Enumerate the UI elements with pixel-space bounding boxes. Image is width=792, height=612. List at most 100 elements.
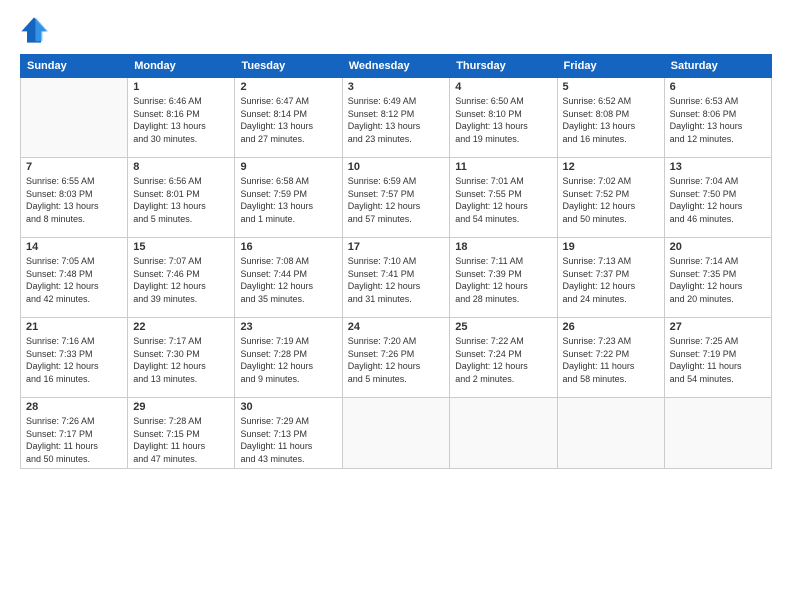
- day-info: Sunrise: 7:11 AM Sunset: 7:39 PM Dayligh…: [455, 255, 551, 305]
- calendar-cell: [557, 398, 664, 469]
- calendar-cell: 16 Sunrise: 7:08 AM Sunset: 7:44 PM Dayli…: [235, 238, 342, 318]
- calendar-cell: 29 Sunrise: 7:28 AM Sunset: 7:15 PM Dayli…: [128, 398, 235, 469]
- calendar-cell: 7 Sunrise: 6:55 AM Sunset: 8:03 PM Daylig…: [21, 158, 128, 238]
- calendar-cell: 4 Sunrise: 6:50 AM Sunset: 8:10 PM Daylig…: [450, 78, 557, 158]
- calendar-cell: 23Sunrise: 7:19 AM Sunset: 7:28 PM Dayli…: [235, 318, 342, 398]
- week-row-1: 1 Sunrise: 6:46 AM Sunset: 8:16 PM Daylig…: [21, 78, 772, 158]
- day-info: Sunrise: 6:53 AM Sunset: 8:06 PM Dayligh…: [670, 95, 766, 145]
- day-number: 18: [455, 241, 551, 253]
- week-row-3: 14 Sunrise: 7:05 AM Sunset: 7:48 PM Dayli…: [21, 238, 772, 318]
- day-info: Sunrise: 7:13 AM Sunset: 7:37 PM Dayligh…: [563, 255, 659, 305]
- day-info: Sunrise: 7:05 AM Sunset: 7:48 PM Dayligh…: [26, 255, 122, 305]
- day-info: Sunrise: 6:50 AM Sunset: 8:10 PM Dayligh…: [455, 95, 551, 145]
- weekday-header-row: SundayMondayTuesdayWednesdayThursdayFrid…: [21, 55, 772, 78]
- day-info: Sunrise: 7:10 AM Sunset: 7:41 PM Dayligh…: [348, 255, 445, 305]
- day-info: Sunrise: 7:25 AM Sunset: 7:19 PM Dayligh…: [670, 335, 766, 385]
- week-row-5: 28 Sunrise: 7:26 AM Sunset: 7:17 PM Dayli…: [21, 398, 772, 469]
- day-number: 25: [455, 321, 551, 333]
- calendar-cell: 2 Sunrise: 6:47 AM Sunset: 8:14 PM Daylig…: [235, 78, 342, 158]
- weekday-header-sunday: Sunday: [21, 55, 128, 78]
- day-number: 15: [133, 241, 229, 253]
- calendar-cell: [342, 398, 450, 469]
- calendar-cell: 1 Sunrise: 6:46 AM Sunset: 8:16 PM Daylig…: [128, 78, 235, 158]
- calendar-cell: 12 Sunrise: 7:02 AM Sunset: 7:52 PM Dayli…: [557, 158, 664, 238]
- weekday-header-thursday: Thursday: [450, 55, 557, 78]
- calendar-cell: 28 Sunrise: 7:26 AM Sunset: 7:17 PM Dayli…: [21, 398, 128, 469]
- day-info: Sunrise: 7:02 AM Sunset: 7:52 PM Dayligh…: [563, 175, 659, 225]
- day-info: Sunrise: 6:49 AM Sunset: 8:12 PM Dayligh…: [348, 95, 445, 145]
- weekday-header-friday: Friday: [557, 55, 664, 78]
- day-number: 23: [240, 321, 336, 333]
- day-number: 2: [240, 81, 336, 93]
- calendar-cell: 19 Sunrise: 7:13 AM Sunset: 7:37 PM Dayli…: [557, 238, 664, 318]
- calendar: SundayMondayTuesdayWednesdayThursdayFrid…: [20, 54, 772, 469]
- day-number: 29: [133, 401, 229, 413]
- calendar-cell: 8Sunrise: 6:56 AM Sunset: 8:01 PM Daylig…: [128, 158, 235, 238]
- day-number: 7: [26, 161, 122, 173]
- calendar-cell: 27 Sunrise: 7:25 AM Sunset: 7:19 PM Dayli…: [664, 318, 771, 398]
- header: [20, 16, 772, 44]
- day-number: 9: [240, 161, 336, 173]
- calendar-cell: 6 Sunrise: 6:53 AM Sunset: 8:06 PM Daylig…: [664, 78, 771, 158]
- day-number: 4: [455, 81, 551, 93]
- calendar-cell: [450, 398, 557, 469]
- day-info: Sunrise: 7:17 AM Sunset: 7:30 PM Dayligh…: [133, 335, 229, 385]
- day-info: Sunrise: 6:59 AM Sunset: 7:57 PM Dayligh…: [348, 175, 445, 225]
- day-number: 27: [670, 321, 766, 333]
- calendar-cell: 17Sunrise: 7:10 AM Sunset: 7:41 PM Dayli…: [342, 238, 450, 318]
- calendar-cell: 13Sunrise: 7:04 AM Sunset: 7:50 PM Dayli…: [664, 158, 771, 238]
- calendar-cell: 11 Sunrise: 7:01 AM Sunset: 7:55 PM Dayli…: [450, 158, 557, 238]
- day-number: 14: [26, 241, 122, 253]
- day-info: Sunrise: 7:07 AM Sunset: 7:46 PM Dayligh…: [133, 255, 229, 305]
- day-number: 10: [348, 161, 445, 173]
- calendar-cell: [664, 398, 771, 469]
- weekday-header-monday: Monday: [128, 55, 235, 78]
- calendar-cell: 25 Sunrise: 7:22 AM Sunset: 7:24 PM Dayli…: [450, 318, 557, 398]
- day-info: Sunrise: 7:28 AM Sunset: 7:15 PM Dayligh…: [133, 415, 229, 465]
- calendar-cell: 10 Sunrise: 6:59 AM Sunset: 7:57 PM Dayli…: [342, 158, 450, 238]
- day-info: Sunrise: 7:14 AM Sunset: 7:35 PM Dayligh…: [670, 255, 766, 305]
- day-info: Sunrise: 7:20 AM Sunset: 7:26 PM Dayligh…: [348, 335, 445, 385]
- calendar-cell: 24 Sunrise: 7:20 AM Sunset: 7:26 PM Dayli…: [342, 318, 450, 398]
- calendar-cell: 26Sunrise: 7:23 AM Sunset: 7:22 PM Dayli…: [557, 318, 664, 398]
- day-info: Sunrise: 6:55 AM Sunset: 8:03 PM Dayligh…: [26, 175, 122, 225]
- week-row-4: 21 Sunrise: 7:16 AM Sunset: 7:33 PM Dayli…: [21, 318, 772, 398]
- logo: [20, 16, 52, 44]
- calendar-cell: [21, 78, 128, 158]
- day-info: Sunrise: 6:56 AM Sunset: 8:01 PM Dayligh…: [133, 175, 229, 225]
- day-number: 20: [670, 241, 766, 253]
- day-info: Sunrise: 7:22 AM Sunset: 7:24 PM Dayligh…: [455, 335, 551, 385]
- day-info: Sunrise: 6:58 AM Sunset: 7:59 PM Dayligh…: [240, 175, 336, 225]
- calendar-cell: 3 Sunrise: 6:49 AM Sunset: 8:12 PM Daylig…: [342, 78, 450, 158]
- day-number: 11: [455, 161, 551, 173]
- weekday-header-wednesday: Wednesday: [342, 55, 450, 78]
- day-number: 24: [348, 321, 445, 333]
- calendar-cell: 21 Sunrise: 7:16 AM Sunset: 7:33 PM Dayli…: [21, 318, 128, 398]
- day-number: 26: [563, 321, 659, 333]
- calendar-cell: 14 Sunrise: 7:05 AM Sunset: 7:48 PM Dayli…: [21, 238, 128, 318]
- day-number: 5: [563, 81, 659, 93]
- day-info: Sunrise: 7:16 AM Sunset: 7:33 PM Dayligh…: [26, 335, 122, 385]
- day-number: 21: [26, 321, 122, 333]
- day-info: Sunrise: 7:08 AM Sunset: 7:44 PM Dayligh…: [240, 255, 336, 305]
- day-info: Sunrise: 7:04 AM Sunset: 7:50 PM Dayligh…: [670, 175, 766, 225]
- day-info: Sunrise: 7:26 AM Sunset: 7:17 PM Dayligh…: [26, 415, 122, 465]
- day-info: Sunrise: 7:29 AM Sunset: 7:13 PM Dayligh…: [240, 415, 336, 465]
- day-info: Sunrise: 6:46 AM Sunset: 8:16 PM Dayligh…: [133, 95, 229, 145]
- weekday-header-tuesday: Tuesday: [235, 55, 342, 78]
- calendar-cell: 5Sunrise: 6:52 AM Sunset: 8:08 PM Daylig…: [557, 78, 664, 158]
- day-number: 3: [348, 81, 445, 93]
- day-number: 12: [563, 161, 659, 173]
- day-number: 1: [133, 81, 229, 93]
- day-info: Sunrise: 6:47 AM Sunset: 8:14 PM Dayligh…: [240, 95, 336, 145]
- day-number: 19: [563, 241, 659, 253]
- day-number: 30: [240, 401, 336, 413]
- calendar-cell: 22 Sunrise: 7:17 AM Sunset: 7:30 PM Dayli…: [128, 318, 235, 398]
- day-info: Sunrise: 7:01 AM Sunset: 7:55 PM Dayligh…: [455, 175, 551, 225]
- day-number: 6: [670, 81, 766, 93]
- calendar-cell: 9 Sunrise: 6:58 AM Sunset: 7:59 PM Daylig…: [235, 158, 342, 238]
- calendar-cell: 15 Sunrise: 7:07 AM Sunset: 7:46 PM Dayli…: [128, 238, 235, 318]
- day-number: 28: [26, 401, 122, 413]
- day-number: 16: [240, 241, 336, 253]
- day-number: 22: [133, 321, 229, 333]
